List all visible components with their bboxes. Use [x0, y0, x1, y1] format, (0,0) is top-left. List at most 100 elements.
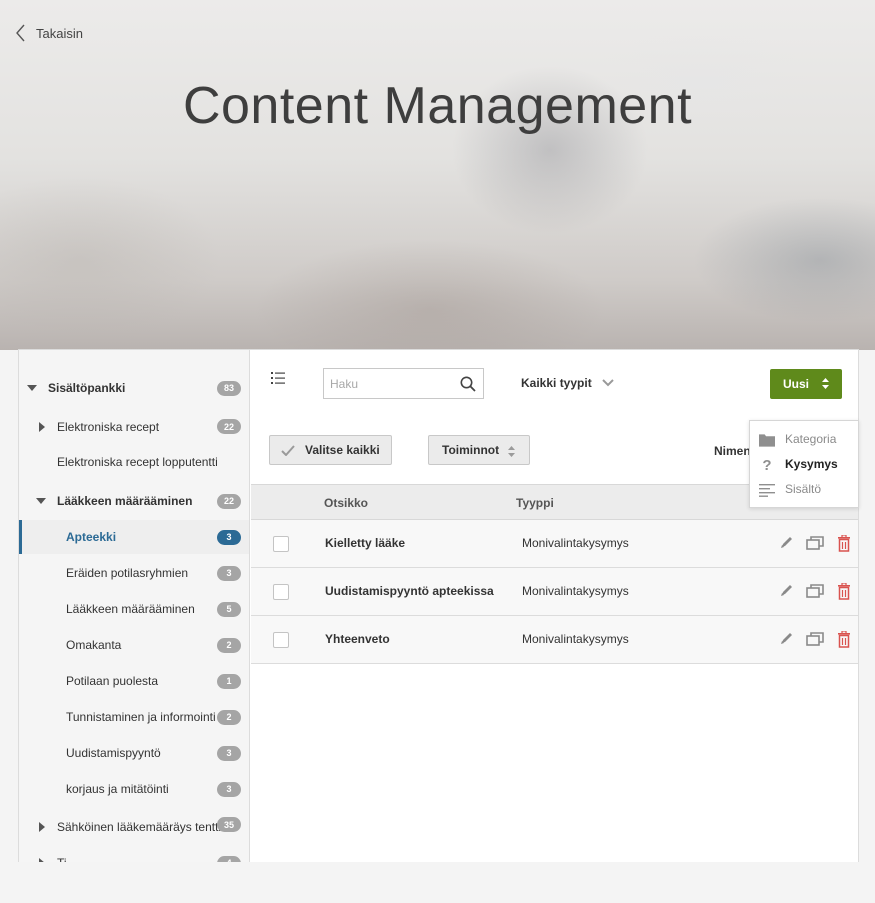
count-badge: 5	[217, 601, 241, 617]
search-field	[323, 368, 484, 399]
tree-item-laakkeen-maaraaminen-group[interactable]: Lääkkeen määrääminen 22	[19, 484, 249, 518]
menu-item-label: Kysymys	[785, 457, 838, 471]
tree-item-label: Elektroniska recept lopputentti	[57, 455, 218, 469]
tree-item-label: Ti	[57, 856, 67, 862]
type-filter-dropdown[interactable]: Kaikki tyypit	[521, 376, 614, 390]
column-header-type[interactable]: Tyyppi	[516, 496, 554, 510]
row-title[interactable]: Kielletty lääke	[325, 536, 405, 550]
select-all-label: Valitse kaikki	[305, 443, 380, 457]
table-row: Uudistamispyyntö apteekissa Monivalintak…	[251, 568, 858, 616]
trash-icon[interactable]	[837, 534, 851, 555]
menu-item-label: Sisältö	[785, 482, 822, 496]
tree-item-label: Sähköinen lääkemääräys tentti	[57, 820, 222, 834]
category-tree: Sisältöpankki 83 Elektroniska recept 22 …	[19, 350, 250, 862]
menu-item-sisalto[interactable]: Sisältö	[750, 477, 858, 502]
tree-item-eraiden-potilasryhmien[interactable]: Eräiden potilasryhmien 3	[19, 556, 249, 590]
tree-item-potilaan-puolesta[interactable]: Potilaan puolesta 1	[19, 664, 249, 698]
tree-item-label: Uudistamispyyntö	[66, 746, 161, 760]
back-link[interactable]: Takaisin	[16, 24, 83, 42]
count-badge: 3	[217, 529, 241, 545]
row-checkbox[interactable]	[273, 632, 289, 648]
row-title[interactable]: Yhteenveto	[325, 632, 390, 646]
menu-item-label: Kategoria	[785, 432, 837, 446]
row-checkbox[interactable]	[273, 536, 289, 552]
chevron-left-icon	[16, 24, 25, 42]
count-badge: 2	[217, 709, 241, 725]
new-item-menu: Kategoria ? Kysymys Sisältö	[749, 420, 859, 508]
tree-item-label: Eräiden potilasryhmien	[66, 566, 189, 580]
table-row: Kielletty lääke Monivalintakysymys	[251, 520, 858, 568]
sort-by-label[interactable]: Nimen	[714, 444, 751, 458]
menu-item-kategoria[interactable]: Kategoria	[750, 427, 858, 452]
column-header-title[interactable]: Otsikko	[324, 496, 368, 510]
tree-item-label: Lääkkeen määrääminen	[66, 602, 195, 616]
actions-dropdown[interactable]: Toiminnot	[428, 435, 530, 465]
caret-down-icon[interactable]	[27, 383, 37, 393]
tree-item-label: Elektroniska recept	[57, 420, 160, 434]
count-badge: 1	[217, 673, 241, 689]
tree-item-label: Sisältöpankki	[48, 381, 126, 395]
new-button-label: Uusi	[783, 377, 810, 391]
row-type: Monivalintakysymys	[522, 536, 629, 550]
type-filter-label: Kaikki tyypit	[521, 376, 592, 390]
edit-pencil-icon[interactable]	[780, 631, 794, 648]
tree-item-elektroniska-recept[interactable]: Elektroniska recept 22	[19, 410, 249, 444]
tree-item-laakkeen-maaraaminen[interactable]: Lääkkeen määrääminen 5	[19, 592, 249, 626]
count-badge: 3	[217, 745, 241, 761]
menu-item-kysymys[interactable]: ? Kysymys	[750, 452, 858, 477]
trash-icon[interactable]	[837, 630, 851, 651]
duplicate-icon[interactable]	[806, 631, 824, 650]
list-view-icon[interactable]	[271, 371, 285, 389]
tree-item-korjaus-ja-mitatointi[interactable]: korjaus ja mitätöinti 3	[19, 772, 249, 806]
tree-item-label: Potilaan puolesta	[66, 674, 159, 688]
tree-item-elektroniska-recept-lopputentti[interactable]: Elektroniska recept lopputentti	[19, 445, 249, 479]
caret-right-icon[interactable]	[37, 822, 47, 832]
edit-pencil-icon[interactable]	[780, 583, 794, 600]
caret-down-icon[interactable]	[36, 496, 46, 506]
tree-item-sahkoinen-laakemaarays-tentti[interactable]: Sähköinen lääkemääräys tentti 35	[19, 810, 249, 844]
edit-pencil-icon[interactable]	[780, 535, 794, 552]
actions-label: Toiminnot	[442, 443, 500, 457]
page-title: Content Management	[182, 77, 693, 135]
tree-item-label: Tunnistaminen ja informointi	[66, 710, 216, 724]
caret-right-icon[interactable]	[37, 422, 47, 432]
row-type: Monivalintakysymys	[522, 632, 629, 646]
tree-item-omakanta[interactable]: Omakanta 2	[19, 628, 249, 662]
tree-item-label: Apteekki	[66, 530, 117, 544]
row-title[interactable]: Uudistamispyyntö apteekissa	[325, 584, 494, 598]
select-all-button[interactable]: Valitse kaikki	[269, 435, 392, 465]
trash-icon[interactable]	[837, 582, 851, 603]
sort-arrows-icon	[508, 446, 515, 457]
question-icon: ?	[762, 456, 772, 474]
count-badge: 22	[217, 419, 241, 434]
new-button[interactable]: Uusi	[770, 369, 842, 399]
duplicate-icon[interactable]	[806, 535, 824, 554]
tree-item-label: korjaus ja mitätöinti	[66, 782, 169, 796]
duplicate-icon[interactable]	[806, 583, 824, 602]
count-badge: 83	[217, 380, 241, 396]
tree-item-apteekki[interactable]: Apteekki 3	[19, 520, 249, 554]
table-row: Yhteenveto Monivalintakysymys	[251, 616, 858, 664]
tree-item-label: Omakanta	[66, 638, 122, 652]
tree-item-ti[interactable]: Ti 4	[19, 846, 249, 862]
count-badge: 3	[217, 565, 241, 581]
count-badge: 3	[217, 781, 241, 797]
tree-item-tunnistaminen-ja-informointi[interactable]: Tunnistaminen ja informointi 2	[19, 700, 249, 734]
row-type: Monivalintakysymys	[522, 584, 629, 598]
chevron-down-icon	[601, 379, 614, 387]
caret-right-icon[interactable]	[37, 858, 47, 862]
content-panel: Sisältöpankki 83 Elektroniska recept 22 …	[18, 349, 859, 862]
tree-item-sisaltopankki[interactable]: Sisältöpankki 83	[19, 371, 249, 405]
folder-icon	[759, 432, 775, 448]
checkmark-icon	[281, 444, 295, 456]
row-checkbox[interactable]	[273, 584, 289, 600]
tree-item-label: Lääkkeen määrääminen	[57, 494, 193, 508]
search-icon[interactable]	[460, 376, 476, 397]
tree-item-uudistamispyynto[interactable]: Uudistamispyyntö 3	[19, 736, 249, 770]
back-link-label: Takaisin	[36, 25, 83, 41]
sort-arrows-icon	[822, 378, 829, 389]
search-input[interactable]	[324, 369, 454, 398]
count-badge: 2	[217, 637, 241, 653]
hero-banner: Takaisin Content Management	[0, 0, 875, 350]
count-badge: 35	[217, 817, 241, 832]
